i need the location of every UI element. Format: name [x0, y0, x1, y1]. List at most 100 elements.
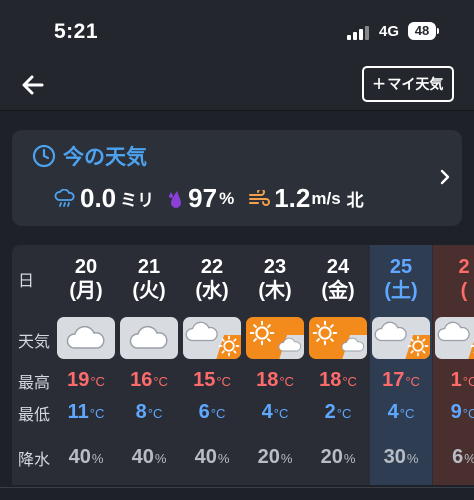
bottom-divider — [0, 487, 474, 488]
high-temp-value: 19 — [67, 369, 90, 391]
precip-unit: ミリ — [120, 191, 155, 210]
forecast-date-num: 20 — [74, 256, 98, 278]
forecast-date-num: 22 — [200, 256, 224, 278]
nav-bar: + マイ天気 — [0, 60, 474, 111]
temp-unit: °C — [273, 406, 289, 421]
forecast-weekday: (月) — [69, 280, 103, 302]
add-my-weather-label: マイ天気 — [387, 76, 444, 92]
humidity-drop-icon — [169, 190, 182, 208]
wind-unit: m/s — [311, 188, 341, 208]
status-bar: 5:21 4G 48 — [0, 0, 474, 60]
cloudy-then-sunny-icon — [372, 317, 430, 359]
forecast-rain-chance: 6% — [433, 446, 474, 469]
rain-chance-value: 20 — [320, 446, 343, 468]
clock-icon — [32, 144, 56, 168]
temp-unit: °C — [462, 406, 474, 421]
high-temp-value: 15 — [193, 369, 216, 391]
status-time: 5:21 — [54, 20, 99, 43]
row-label-low: 最低 — [18, 407, 51, 424]
low-temp-value: 9 — [450, 401, 462, 423]
forecast-weekday: (金) — [321, 280, 355, 302]
forecast-date-num: 24 — [326, 256, 350, 278]
current-weather-card[interactable]: 今の天気 0.0 ミリ 97 % 1.2 m/s 北 — [12, 130, 462, 226]
row-label-rain: 降水 — [18, 452, 51, 469]
percent-unit: % — [280, 451, 293, 466]
plus-icon: + — [372, 71, 386, 96]
cloudy-icon — [120, 317, 178, 359]
row-label-weather: 天気 — [18, 334, 51, 351]
sunny-then-cloudy-icon — [246, 317, 304, 359]
sunny-then-cloudy-icon — [309, 317, 367, 359]
forecast-date-num: 25 — [389, 256, 413, 278]
forecast-date-num: 23 — [263, 256, 287, 278]
current-weather-values: 0.0 ミリ 97 % 1.2 m/s 北 — [54, 183, 364, 214]
rain-chance-value: 6 — [452, 446, 464, 468]
temp-unit: °C — [462, 374, 474, 389]
row-label-day: 日 — [18, 273, 35, 290]
cloudy-then-sunny-icon — [435, 317, 474, 359]
forecast-weekday: (木) — [258, 280, 292, 302]
forecast-date: 25 (土) — [370, 255, 432, 303]
forecast-high-temp: 17°C — [370, 369, 432, 392]
add-my-weather-button[interactable]: + マイ天気 — [362, 66, 454, 102]
battery-tip — [437, 28, 439, 34]
humidity-value: 97 — [188, 183, 218, 213]
rain-chance-value: 30 — [383, 446, 406, 468]
temp-unit: °C — [336, 406, 352, 421]
wind-direction: 北 — [346, 191, 364, 210]
low-temp-value: 2 — [324, 401, 336, 423]
percent-unit: % — [406, 451, 419, 466]
chevron-right-icon[interactable] — [438, 168, 452, 186]
precip-value: 0.0 — [80, 183, 117, 213]
percent-unit: % — [464, 451, 474, 466]
forecast-date: 23 (木) — [244, 255, 306, 303]
forecast-date: 2 ( — [433, 255, 474, 303]
rain-chance-value: 20 — [257, 446, 280, 468]
low-temp-value: 11 — [67, 401, 89, 423]
forecast-date: 22 (水) — [181, 255, 243, 303]
forecast-weekday: (火) — [132, 280, 166, 302]
forecast-low-temp: 11°C — [55, 401, 117, 424]
forecast-high-temp: 18°C — [307, 369, 369, 392]
forecast-low-temp: 6°C — [181, 401, 243, 424]
current-weather-title-text: 今の天気 — [63, 146, 147, 169]
network-type: 4G — [379, 23, 400, 40]
temp-unit: °C — [399, 406, 415, 421]
high-temp-value: 18 — [256, 369, 279, 391]
forecast-weekday: ( — [460, 280, 468, 302]
forecast-date: 21 (火) — [118, 255, 180, 303]
forecast-date: 20 (月) — [55, 255, 117, 303]
temp-unit: °C — [153, 374, 168, 389]
forecast-high-temp: 1°C — [433, 369, 474, 392]
row-label-high: 最高 — [18, 375, 51, 392]
signal-icon — [347, 26, 373, 40]
percent-unit: % — [343, 451, 356, 466]
forecast-low-temp: 8°C — [118, 401, 180, 424]
back-arrow-icon[interactable] — [18, 70, 48, 100]
forecast-high-temp: 19°C — [55, 369, 117, 392]
percent-unit: % — [217, 451, 230, 466]
low-temp-value: 8 — [135, 401, 147, 423]
cloudy-icon — [57, 317, 115, 359]
low-temp-value: 6 — [198, 401, 210, 423]
temp-unit: °C — [147, 406, 163, 421]
forecast-low-temp: 9°C — [433, 401, 474, 424]
forecast-low-temp: 4°C — [244, 401, 306, 424]
temp-unit: °C — [90, 374, 105, 389]
rain-chance-value: 40 — [68, 446, 91, 468]
high-temp-value: 16 — [130, 369, 153, 391]
forecast-high-temp: 16°C — [118, 369, 180, 392]
wind-icon — [249, 189, 271, 206]
forecast-rain-chance: 20% — [307, 446, 369, 469]
low-temp-value: 4 — [387, 401, 399, 423]
weekly-forecast-table[interactable]: 日 天気 最高 最低 降水 20 (月) 19°C 11°C 40% 21 (火… — [12, 245, 474, 485]
humidity-unit: % — [219, 188, 235, 208]
forecast-rain-chance: 40% — [55, 446, 117, 469]
forecast-weekday: (土) — [384, 280, 418, 302]
percent-unit: % — [154, 451, 167, 466]
temp-unit: °C — [210, 406, 226, 421]
forecast-high-temp: 18°C — [244, 369, 306, 392]
high-temp-value: 1 — [450, 369, 462, 391]
temp-unit: °C — [279, 374, 294, 389]
forecast-rain-chance: 30% — [370, 446, 432, 469]
